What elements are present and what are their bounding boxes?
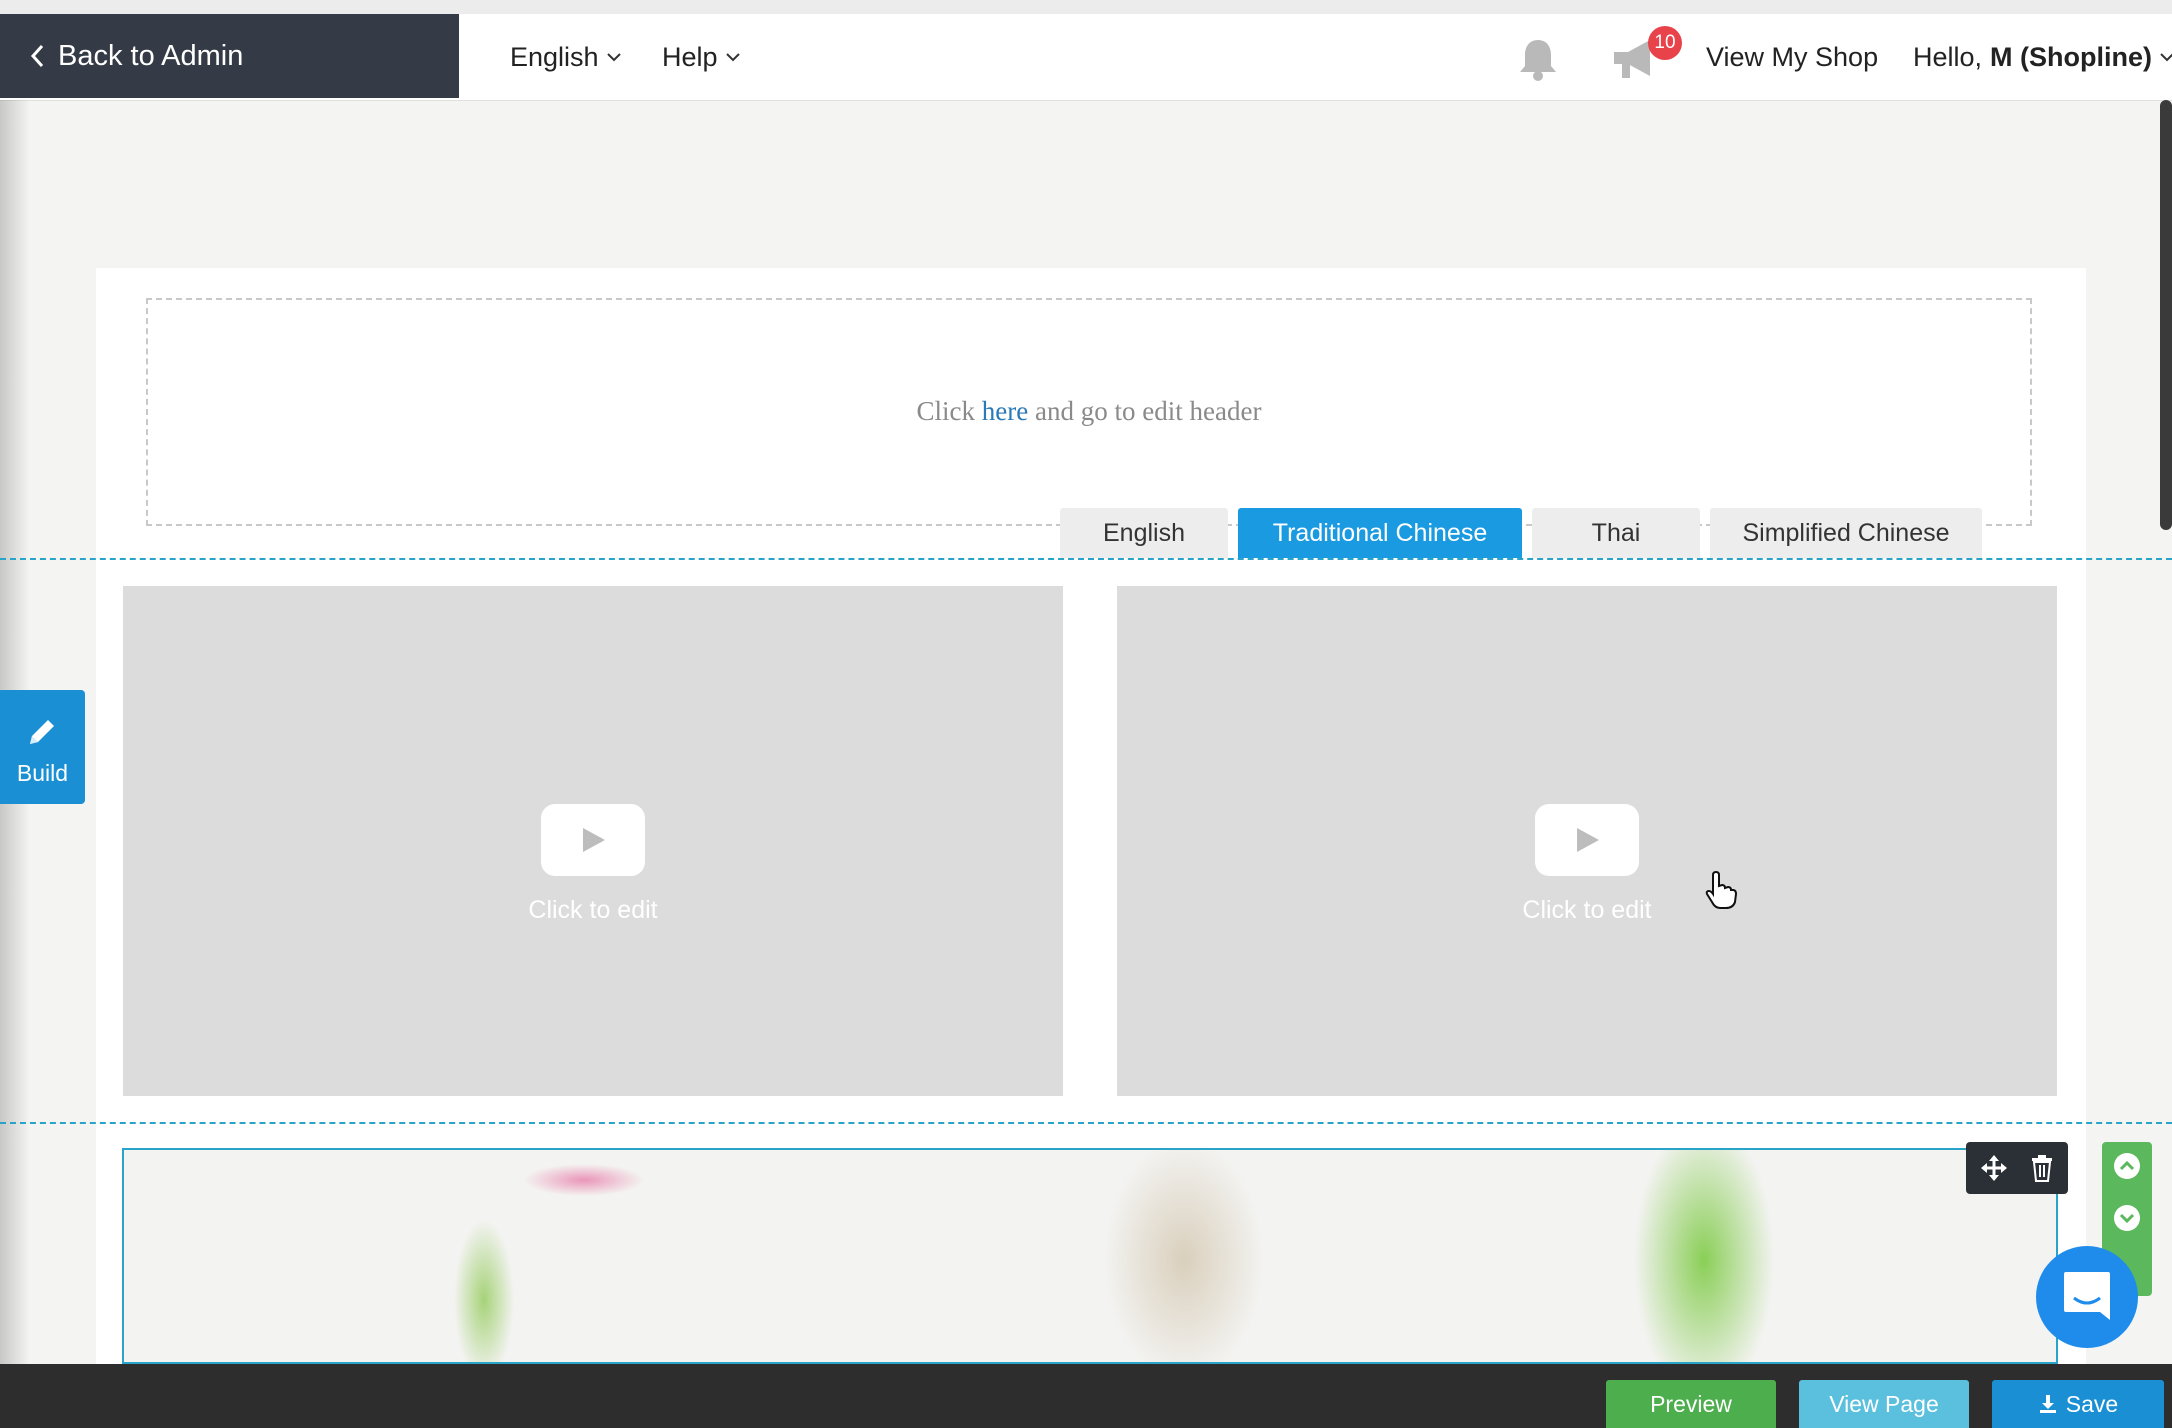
tab-traditional-chinese[interactable]: Traditional Chinese xyxy=(1238,508,1522,558)
youtube-play-icon xyxy=(541,804,645,876)
chat-icon xyxy=(2064,1272,2110,1320)
chevron-left-icon xyxy=(30,44,44,68)
language-dropdown[interactable]: English xyxy=(510,14,621,100)
chat-launcher-button[interactable] xyxy=(2036,1246,2138,1348)
download-icon xyxy=(2039,1395,2056,1413)
section-guide-line xyxy=(0,558,2172,560)
header-text-before: Click xyxy=(916,396,976,426)
chevron-down-icon xyxy=(2160,53,2172,62)
edit-header-link[interactable]: here xyxy=(982,396,1028,426)
header-text-after: and go to edit header xyxy=(1035,396,1262,426)
hand-cursor-icon xyxy=(1705,870,1738,909)
tab-simplified-chinese[interactable]: Simplified Chinese xyxy=(1710,508,1982,558)
user-account-dropdown[interactable]: Hello, M (Shopline) xyxy=(1913,14,2172,100)
video-block-right[interactable]: Click to edit xyxy=(1117,586,2057,1096)
chevron-down-icon xyxy=(725,53,740,62)
build-button[interactable]: Build xyxy=(0,690,85,804)
image-banner-block[interactable] xyxy=(122,1148,2058,1364)
window-top-strip xyxy=(0,0,2172,15)
move-icon[interactable] xyxy=(1980,1154,2008,1182)
greeting-text: Hello, xyxy=(1913,41,1983,72)
build-button-label: Build xyxy=(16,760,69,786)
video-edit-label: Click to edit xyxy=(528,896,658,924)
help-dropdown[interactable]: Help xyxy=(662,14,740,100)
youtube-play-icon xyxy=(1535,804,1639,876)
bell-icon[interactable] xyxy=(1516,36,1560,82)
notification-count-badge: 10 xyxy=(1648,26,1682,60)
back-to-admin-button[interactable]: Back to Admin xyxy=(0,14,459,98)
save-button[interactable]: Save xyxy=(1992,1380,2164,1428)
video-block-left[interactable]: Click to edit xyxy=(123,586,1063,1096)
preview-button[interactable]: Preview xyxy=(1606,1380,1776,1428)
user-name: M (Shopline) xyxy=(1990,41,2153,72)
header-placeholder-text: Click here and go to edit header xyxy=(146,396,2032,427)
section-guide-line xyxy=(0,1122,2172,1124)
view-page-button[interactable]: View Page xyxy=(1799,1380,1969,1428)
chevron-up-circle-icon[interactable] xyxy=(2113,1152,2141,1180)
view-my-shop-link[interactable]: View My Shop xyxy=(1706,14,1878,100)
chevron-down-circle-icon[interactable] xyxy=(2113,1204,2141,1232)
language-dropdown-label: English xyxy=(510,41,599,72)
trash-icon[interactable] xyxy=(2030,1154,2054,1182)
pencil-icon xyxy=(30,720,54,744)
video-edit-label: Click to edit xyxy=(1522,896,1652,924)
page-scrollbar[interactable] xyxy=(2160,100,2172,530)
save-button-label: Save xyxy=(2065,1390,2119,1417)
block-toolbar xyxy=(1966,1142,2068,1194)
back-to-admin-label: Back to Admin xyxy=(58,39,244,72)
help-dropdown-label: Help xyxy=(662,41,718,72)
tab-thai[interactable]: Thai xyxy=(1532,508,1700,558)
tab-english[interactable]: English xyxy=(1060,508,1228,558)
chevron-down-icon xyxy=(606,53,621,62)
